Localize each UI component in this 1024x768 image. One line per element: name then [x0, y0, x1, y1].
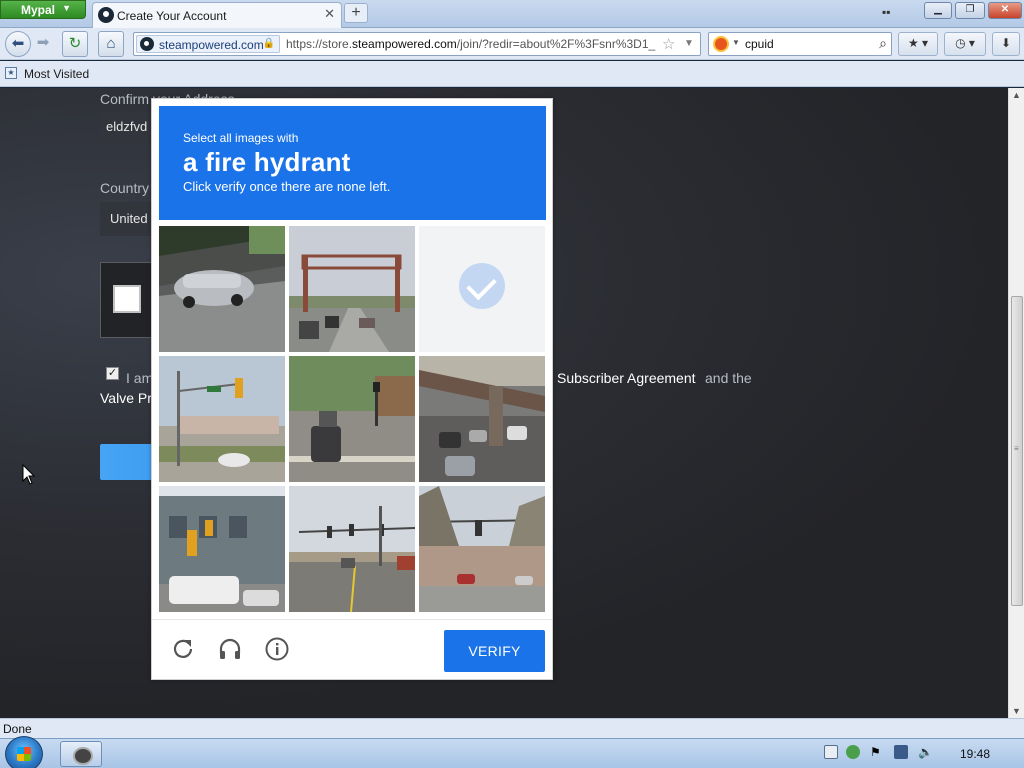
page-scrollbar[interactable]: ▲ ≡ ▼: [1008, 88, 1024, 718]
taskbar-clock[interactable]: 19:48: [960, 747, 990, 761]
taskbar-browser-item[interactable]: [60, 741, 102, 767]
captcha-tile-shopping-lot-traffic-light[interactable]: [419, 486, 545, 612]
flag-icon[interactable]: ⚑: [870, 745, 884, 759]
url-text[interactable]: https://store.steampowered.com/join/?red…: [286, 37, 661, 51]
tab-create-account[interactable]: Create Your Account ✕: [92, 2, 342, 28]
bookmark-folder-icon: ★: [5, 67, 17, 79]
search-icon[interactable]: ⌕: [879, 35, 887, 52]
system-tray: ⚑ 🔈: [818, 745, 948, 763]
bookmarks-toolbar: ★ Most Visited: [0, 61, 1024, 87]
status-text: Done: [3, 722, 32, 736]
recaptcha-challenge-popup: Select all images with a fire hydrant Cl…: [151, 98, 553, 680]
back-button[interactable]: ⬅: [5, 31, 31, 57]
windows-taskbar: ⚑ 🔈 19:48: [0, 736, 1024, 768]
subscriber-agreement-link[interactable]: Subscriber Agreement: [557, 370, 696, 386]
download-icon[interactable]: ⬇: [992, 32, 1020, 56]
restore-button[interactable]: ❐: [955, 2, 985, 19]
list-all-tabs-icon[interactable]: ▪▪: [882, 5, 891, 19]
search-engine-icon[interactable]: [713, 36, 729, 52]
captcha-tile-selected[interactable]: [419, 226, 545, 352]
captcha-tile-road-intersection[interactable]: [289, 486, 415, 612]
grip-icon: ≡: [1014, 444, 1019, 453]
shield-tray-icon[interactable]: [846, 745, 860, 759]
tab-title: Create Your Account: [117, 9, 227, 23]
bookmark-star-icon[interactable]: ☆: [662, 35, 675, 53]
history-button[interactable]: ◷ ▾: [944, 32, 986, 56]
steam-site-icon: [140, 37, 154, 51]
site-host: steampowered.com: [159, 38, 264, 52]
notes-tray-icon[interactable]: [824, 745, 838, 759]
search-input[interactable]: cpuid: [745, 37, 774, 51]
close-window-button[interactable]: ✕: [988, 2, 1022, 19]
country-label: Country: [100, 180, 150, 196]
steam-favicon-icon: [98, 7, 114, 23]
challenge-object: a fire hydrant: [183, 147, 351, 177]
agree-checkbox[interactable]: ✓: [106, 367, 119, 380]
home-button[interactable]: ⌂: [98, 31, 124, 57]
mouse-cursor-icon: [22, 464, 36, 485]
start-button[interactable]: [5, 736, 43, 768]
scroll-up-icon[interactable]: ▲: [1012, 90, 1021, 100]
status-bar: Done: [0, 718, 1024, 738]
chevron-down-icon: ▼: [62, 3, 71, 13]
volume-muted-icon[interactable]: 🔈: [918, 745, 933, 759]
headphones-icon[interactable]: [217, 636, 243, 662]
captcha-tile-highway-sign-gantry[interactable]: [289, 226, 415, 352]
captcha-tile-overpass-traffic[interactable]: [419, 356, 545, 482]
lock-icon: 🔒: [262, 38, 275, 49]
bookmarks-menu-button[interactable]: ★ ▾: [898, 32, 938, 56]
challenge-instruction: Click verify once there are none left.: [183, 179, 391, 194]
minimize-button[interactable]: ▁: [924, 2, 952, 19]
verify-button[interactable]: VERIFY: [444, 630, 545, 672]
challenge-select-text: Select all images with: [183, 131, 299, 145]
site-identity-button[interactable]: steampowered.com 🔒: [136, 35, 280, 53]
url-path: /join/?redir=about%2F%3Fsnr%3D1_: [456, 37, 656, 51]
captcha-tile-building-traffic-light[interactable]: [159, 486, 285, 612]
chevron-down-icon: ▼: [732, 38, 740, 47]
valve-privacy-link[interactable]: Valve Pr: [100, 390, 152, 406]
url-domain: steampowered.com: [352, 37, 457, 51]
recaptcha-checkbox[interactable]: [113, 285, 141, 313]
challenge-footer: VERIFY: [152, 619, 552, 679]
agree-conjunction-text: and the: [705, 370, 752, 386]
captcha-tile-street-with-cars[interactable]: [289, 356, 415, 482]
browser-titlebar: Mypal ▼ Create Your Account ✕ + ▪▪ ▁ ❐ ✕: [0, 0, 1024, 28]
scrollbar-thumb[interactable]: ≡: [1011, 296, 1023, 606]
captcha-tile-car-under-overpass[interactable]: [159, 226, 285, 352]
captcha-tile-intersection-traffic-light[interactable]: [159, 356, 285, 482]
url-bar[interactable]: steampowered.com 🔒 https://store.steampo…: [133, 32, 701, 56]
navigation-toolbar: ⬅ ➡ ↻ ⌂ steampowered.com 🔒 https://store…: [0, 28, 1024, 60]
network-icon[interactable]: [894, 745, 908, 759]
reload-button[interactable]: ↻: [62, 31, 88, 57]
forward-button[interactable]: ➡: [32, 31, 54, 57]
new-tab-button[interactable]: +: [344, 3, 368, 23]
url-dropdown-icon[interactable]: ▼: [684, 38, 694, 49]
bookmark-most-visited[interactable]: Most Visited: [24, 67, 89, 81]
tab-close-icon[interactable]: ✕: [324, 6, 335, 22]
reload-challenge-icon[interactable]: [170, 636, 196, 662]
challenge-header: Select all images with a fire hydrant Cl…: [159, 106, 546, 220]
search-bar[interactable]: ▼ cpuid ⌕: [708, 32, 892, 56]
selected-check-icon: [459, 263, 505, 309]
url-prefix: https://store.: [286, 37, 353, 51]
scroll-down-icon[interactable]: ▼: [1012, 706, 1021, 716]
app-menu-button[interactable]: Mypal ▼: [0, 0, 86, 19]
info-icon[interactable]: [264, 636, 290, 662]
agree-text: I am: [126, 370, 154, 386]
app-menu-label: Mypal: [21, 3, 56, 17]
